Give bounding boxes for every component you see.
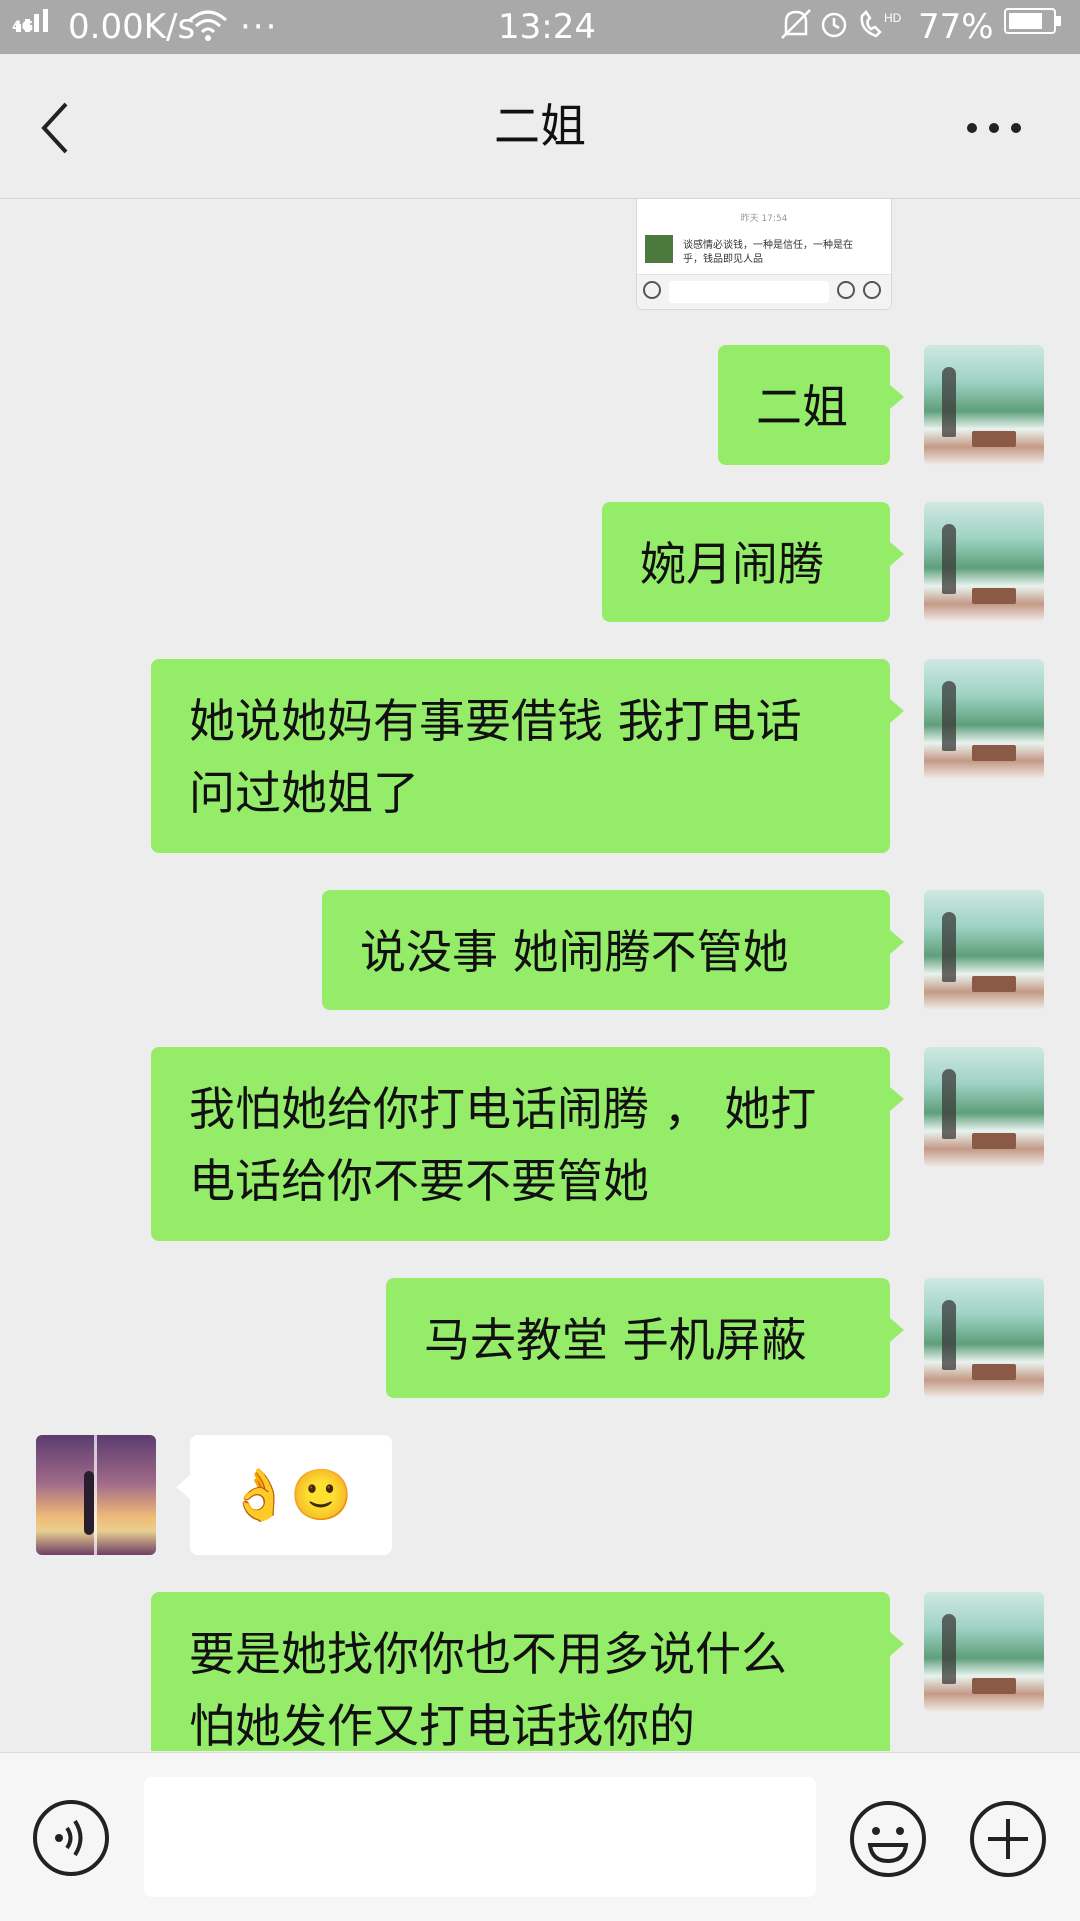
my-avatar[interactable] — [924, 1592, 1044, 1712]
screenshot-timestamp: 昨天 17:54 — [740, 214, 788, 224]
emoji-icon[interactable] — [848, 1799, 928, 1879]
message-bubble-incoming[interactable]: 👌🙂 — [176, 1435, 392, 1555]
my-avatar[interactable] — [924, 659, 1044, 779]
message-bubble[interactable]: 她说她妈有事要借钱 我打电话 问过她姐了 — [151, 659, 904, 853]
status-bar: 4G 0.00K/s ··· 13:24 HD 77% — [0, 0, 1080, 54]
message-text: 说没事 她闹腾不管她 — [360, 925, 789, 979]
message-bubble[interactable]: 马去教堂 手机屏蔽 — [386, 1278, 904, 1398]
battery-percent: 77% — [918, 7, 994, 47]
message-text: 婉月闹腾 — [640, 537, 824, 591]
my-avatar[interactable] — [924, 890, 1044, 1010]
emoji-message: 👌🙂 — [228, 1466, 353, 1524]
battery-icon — [1004, 8, 1061, 34]
screenshot-input — [669, 281, 829, 303]
silent-alarm-call-icons: HD — [781, 9, 902, 39]
message-bubble[interactable]: 婉月闹腾 — [602, 502, 904, 622]
message-text: 二姐 — [756, 380, 848, 434]
chat-header: 二姐 — [0, 54, 1080, 199]
message-text-line: 她说她妈有事要借钱 我打电话 — [189, 694, 802, 748]
more-dots-icon[interactable] — [964, 108, 1024, 148]
my-avatar[interactable] — [924, 502, 1044, 622]
screenshot-text: 谈感情必谈钱，一种是信任，一种是在乎，钱品即见人品 — [683, 239, 863, 269]
contact-avatar[interactable] — [36, 1435, 156, 1555]
message-input[interactable] — [144, 1777, 816, 1897]
message-bubble[interactable]: 我怕她给你打电话闹腾 ， 她打 电话给你不要不要管她 — [151, 1047, 904, 1241]
composer-bar — [0, 1752, 1080, 1921]
more-notifications: ··· — [240, 7, 279, 47]
image-message-screenshot[interactable]: 昨天 17:54 谈感情必谈钱，一种是信任，一种是在乎，钱品即见人品 — [636, 199, 892, 310]
message-text-line: 我怕她给你打电话闹腾 ， 她打 — [189, 1082, 817, 1136]
message-text-line: 怕她发作又打电话找你的 — [189, 1699, 695, 1751]
message-text-line: 要是她找你你也不用多说什么 — [189, 1627, 787, 1681]
message-bubble[interactable]: 要是她找你你也不用多说什么 怕她发作又打电话找你的 — [151, 1592, 904, 1751]
message-text: 马去教堂 手机屏蔽 — [424, 1313, 807, 1367]
voice-icon — [643, 281, 661, 299]
message-bubble[interactable]: 说没事 她闹腾不管她 — [322, 890, 904, 1010]
clock: 13:24 — [498, 7, 596, 47]
screenshot-avatar — [645, 235, 673, 263]
chat-title: 二姐 — [494, 99, 586, 153]
message-text-line: 问过她姐了 — [189, 766, 419, 820]
my-avatar[interactable] — [924, 345, 1044, 465]
network-speed: 0.00K/s — [68, 7, 196, 47]
emoji-icon — [837, 281, 855, 299]
message-bubble[interactable]: 二姐 — [718, 345, 904, 465]
wifi-icon — [189, 10, 227, 41]
plus-icon[interactable] — [968, 1799, 1048, 1879]
screenshot-input-bar — [637, 274, 891, 309]
my-avatar[interactable] — [924, 1047, 1044, 1167]
signal-icon — [16, 9, 48, 32]
message-list[interactable]: 昨天 17:54 谈感情必谈钱，一种是信任，一种是在乎，钱品即见人品 二姐 婉月… — [0, 199, 1080, 1751]
my-avatar[interactable] — [924, 1278, 1044, 1398]
message-text-line: 电话给你不要不要管她 — [189, 1154, 649, 1208]
hd-label: HD — [884, 11, 902, 25]
plus-icon — [863, 281, 881, 299]
voice-icon[interactable] — [32, 1799, 110, 1877]
